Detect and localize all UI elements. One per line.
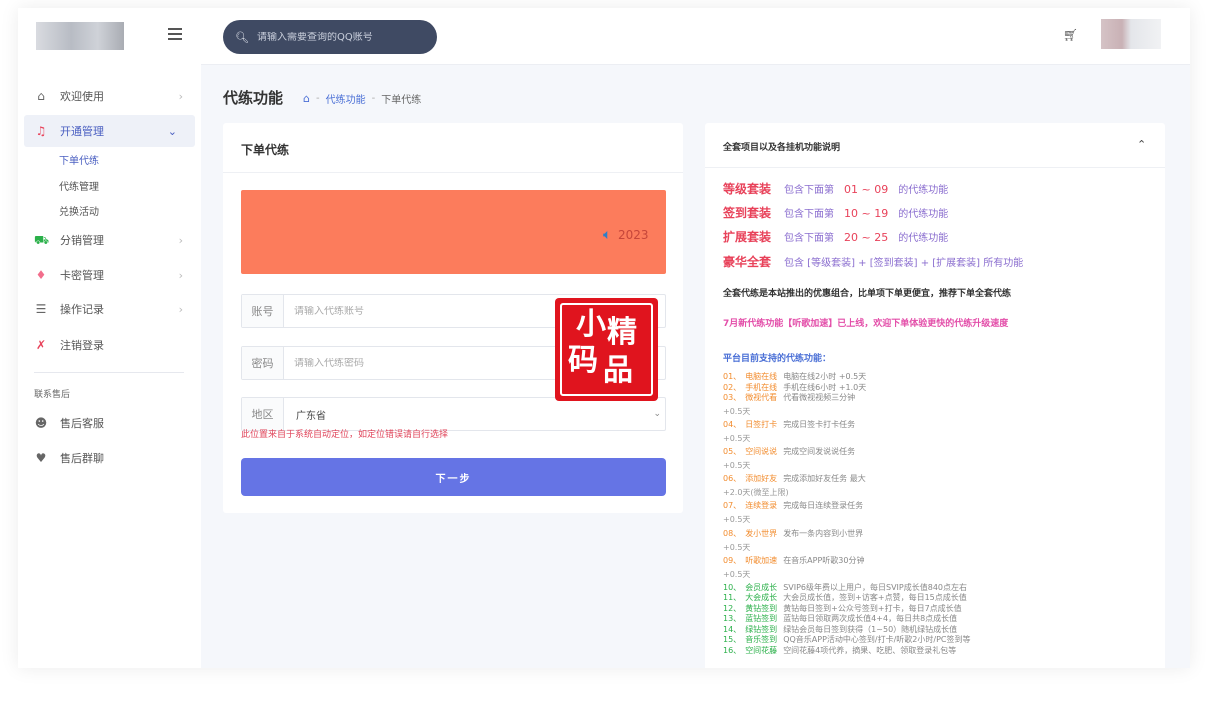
feature-row: 11、 大会成长 大会员成长值，签到+访客+点赞，每日15点成长值 xyxy=(723,593,967,603)
chevron-right-icon: › xyxy=(178,302,183,316)
breadcrumb-link[interactable]: 代练功能 xyxy=(326,91,366,106)
feature-row: 16、 空间花藤 空间花藤4项代养，摘果、吃肥、领取登录礼包等 xyxy=(723,645,957,655)
feature-row: 04、 日签打卡 完成日签卡打卡任务 xyxy=(723,420,856,430)
avatar[interactable] xyxy=(1101,19,1161,49)
smile-icon: ☻ xyxy=(34,416,48,430)
sidebar-item-label: 欢迎使用 xyxy=(60,90,104,103)
feature-row-continued: +0.5天 xyxy=(723,542,751,552)
info-card: 全套项目以及各挂机功能说明 ⌃ 等级套装 包含下面第 01 ~ 09 的代练功能… xyxy=(705,123,1165,668)
package-extension: 扩展套装 包含下面第 20 ~ 25 的代练功能 xyxy=(723,230,949,244)
region-label: 地区 xyxy=(242,398,284,430)
section-label: 联系售后 xyxy=(34,390,71,400)
feature-row: 01、 电脑在线 电脑在线2小时 +0.5天 xyxy=(723,372,867,381)
topbar: 🔍︎ 🛒︎ xyxy=(201,8,1190,65)
feature-row: 15、 音乐签到 QQ音乐APP活动中心签到/打卡/听歌2小时/PC签到等 xyxy=(723,635,971,645)
feature-row: 14、 绿钻签到 绿钻会员每日签到获得（1~50）随机绿钻成长值 xyxy=(723,624,958,634)
sidebar-item-label: 注销登录 xyxy=(60,339,104,352)
sidebar-item-welcome[interactable]: ⌂ 欢迎使用 › xyxy=(18,80,201,112)
sidebar-subitem-redeem[interactable]: 兑换活动 xyxy=(59,203,99,218)
feature-row-continued: +2.0天(微至上限) xyxy=(723,488,789,498)
sidebar: ⌂ 欢迎使用 › ♫ 开通管理 ⌄ 下单代练 代练管理 兑换活动 ⛟ 分销管理 … xyxy=(18,8,201,668)
account-label: 账号 xyxy=(242,295,284,327)
feature-row: 08、 发小世界 发布一条内容到小世界 xyxy=(723,528,864,538)
chevron-up-icon[interactable]: ⌃ xyxy=(1137,138,1146,151)
cart-icon: ⛟ xyxy=(34,233,50,247)
search-bar[interactable]: 🔍︎ xyxy=(223,20,437,54)
bundle-note: 全套代练是本站推出的优惠组合，比单项下单更便宜，推荐下单全套代练 xyxy=(723,289,1012,299)
chevron-down-icon: ⌄ xyxy=(653,409,661,419)
sidebar-item-group-chat[interactable]: ♥ 售后群聊 xyxy=(18,442,201,474)
feature-row-continued: +0.5天 xyxy=(723,434,751,444)
sidebar-item-label: 卡密管理 xyxy=(60,269,104,282)
feature-row: 06、 添加好友 完成添加好友任务 最大 xyxy=(723,474,866,484)
banner-text: 2023 xyxy=(618,228,649,242)
seal-stamp: 小 精 码 品 xyxy=(555,298,658,401)
home-icon[interactable]: ⌂ xyxy=(303,92,310,105)
sidebar-item-label: 售后客服 xyxy=(60,417,104,430)
feature-row: 02、 手机在线 手机在线6小时 +1.0天 xyxy=(723,382,867,392)
sidebar-item-records[interactable]: ☰ 操作记录 › xyxy=(18,293,201,325)
chevron-down-icon: ⌄ xyxy=(167,124,177,138)
sidebar-item-support[interactable]: ☻ 售后客服 xyxy=(18,407,201,439)
feature-row-continued: +0.5天 xyxy=(723,407,751,416)
password-label: 密码 xyxy=(242,347,284,379)
package-deluxe: 豪华全套 包含 [等级套装] + [签到套装] + [扩展套装] 所有功能 xyxy=(723,255,1024,269)
logout-icon: ✗ xyxy=(35,338,47,352)
sidebar-divider xyxy=(34,372,184,373)
region-value: 广东省 xyxy=(296,410,326,422)
sidebar-item-label: 售后群聊 xyxy=(60,452,104,465)
music-banner[interactable]: 🔈︎ 2023 xyxy=(241,190,666,274)
info-card-title: 全套项目以及各挂机功能说明 xyxy=(723,143,841,153)
breadcrumb-current: 下单代练 xyxy=(381,95,422,106)
sidebar-item-logout[interactable]: ✗ 注销登录 xyxy=(18,329,201,361)
location-hint: 此位置来自于系统自动定位，如定位错误请自行选择 xyxy=(241,430,449,440)
heart-icon: ♥ xyxy=(35,451,47,465)
sidebar-item-activation[interactable]: ♫ 开通管理 ⌄ xyxy=(24,115,195,147)
region-select[interactable]: 地区 广东省 ⌄ xyxy=(241,397,666,431)
feature-row: 12、 黄钻签到 黄钻每日签到+公众号签到+打卡，每日7点成长值 xyxy=(723,603,962,613)
new-feature-note: 7月新代练功能【听歌加速】已上线，欢迎下单体验更快的代练升级速度 xyxy=(723,319,1009,329)
chevron-right-icon: › xyxy=(178,233,183,247)
package-level: 等级套装 包含下面第 01 ~ 09 的代练功能 xyxy=(723,182,949,196)
diamond-icon: ♦ xyxy=(35,268,47,282)
page-title: 代练功能 xyxy=(223,89,284,107)
feature-row: 09、 听歌加速 在音乐APP听歌30分钟 xyxy=(723,555,865,565)
speaker-icon[interactable]: 🔈︎ xyxy=(603,227,611,243)
sidebar-item-distribution[interactable]: ⛟ 分销管理 › xyxy=(18,224,201,256)
feature-row: 05、 空间说说 完成空间发说说任务 xyxy=(723,447,856,457)
feature-row: 10、 会员成长 SVIP6级年费以上用户，每日SVIP成长值840点左右 xyxy=(723,582,968,592)
sidebar-item-cards[interactable]: ♦ 卡密管理 › xyxy=(18,259,201,291)
sidebar-item-label: 操作记录 xyxy=(60,303,104,316)
cart-icon[interactable]: 🛒︎ xyxy=(1063,28,1078,42)
logo xyxy=(36,22,124,50)
sidebar-subitem-order[interactable]: 下单代练 xyxy=(59,152,99,167)
card-title: 下单代练 xyxy=(241,143,290,157)
breadcrumb: ⌂ - 代练功能 - 下单代练 xyxy=(303,91,422,106)
feature-row-continued: +0.5天 xyxy=(723,515,751,525)
search-icon: 🔍︎ xyxy=(235,30,249,44)
next-button[interactable]: 下一步 xyxy=(241,458,666,496)
sidebar-subitem-manage[interactable]: 代练管理 xyxy=(59,178,99,193)
list-icon: ☰ xyxy=(35,302,47,316)
support-title: 平台目前支持的代练功能： xyxy=(723,354,832,364)
sidebar-item-label: 分销管理 xyxy=(60,234,104,247)
chevron-right-icon: › xyxy=(178,89,183,103)
music-icon: ♫ xyxy=(35,124,47,138)
menu-toggle-icon[interactable] xyxy=(168,28,182,40)
feature-row-continued: +0.5天 xyxy=(723,569,751,579)
feature-row: 13、 蓝钻签到 蓝钻每日领取两次成长值4+4，每日共8点成长值 xyxy=(723,614,958,624)
app-frame: ⌂ 欢迎使用 › ♫ 开通管理 ⌄ 下单代练 代练管理 兑换活动 ⛟ 分销管理 … xyxy=(18,8,1190,668)
feature-row: 07、 连续登录 完成每日连续登录任务 xyxy=(723,501,864,511)
feature-row-continued: +0.5天 xyxy=(723,461,751,471)
search-input[interactable] xyxy=(256,31,427,43)
sidebar-item-label: 开通管理 xyxy=(60,125,104,138)
chevron-right-icon: › xyxy=(178,268,183,282)
package-signin: 签到套装 包含下面第 10 ~ 19 的代练功能 xyxy=(723,206,949,220)
home-icon: ⌂ xyxy=(37,89,45,103)
feature-row: 03、 微视代看 代看微视视频三分钟 xyxy=(723,393,856,402)
